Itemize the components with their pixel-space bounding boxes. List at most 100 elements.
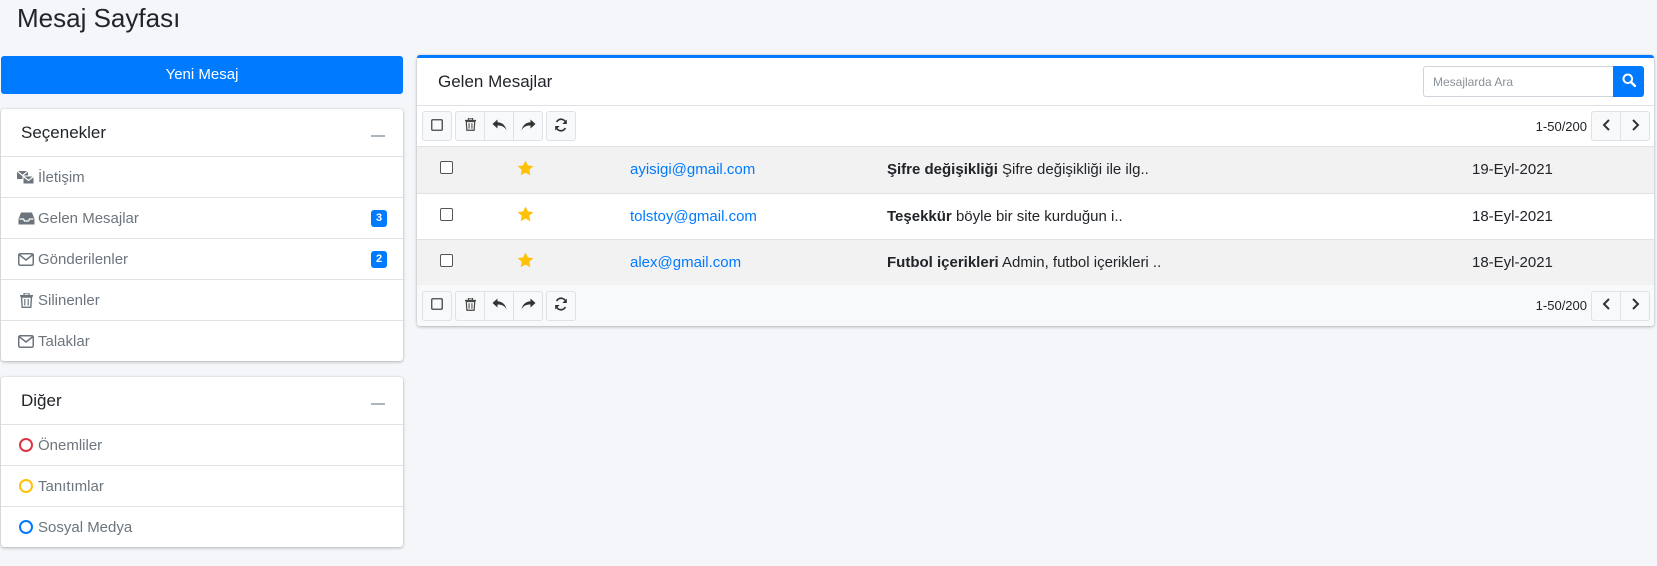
label-item-social-media[interactable]: Sosyal Medya bbox=[1, 507, 403, 547]
label-item-text: Sosyal Medya bbox=[38, 518, 133, 536]
search-icon bbox=[1622, 73, 1636, 90]
sidebar-item-trash[interactable]: Silinenler bbox=[1, 280, 403, 321]
subject-title: Futbol içerikleri bbox=[887, 253, 999, 271]
sidebar-item-label: İletişim bbox=[38, 168, 85, 186]
reply-button[interactable] bbox=[484, 111, 514, 141]
left-column: Yeni Mesaj Seçenekler İletişim Gelen Mes… bbox=[1, 56, 403, 547]
page-title: Mesaj Sayfası bbox=[17, 3, 181, 33]
star-icon[interactable] bbox=[517, 160, 534, 180]
chevron-left-icon bbox=[1602, 298, 1611, 313]
label-item-text: Önemliler bbox=[38, 436, 103, 454]
next-page-button[interactable] bbox=[1620, 290, 1650, 321]
circle-icon bbox=[17, 519, 35, 535]
sidebar-item-divorces[interactable]: Talaklar bbox=[1, 321, 403, 361]
reply-icon bbox=[492, 298, 507, 313]
inbox-card: Gelen Mesajlar Mesajlarda Ara 1-50/200 a… bbox=[417, 55, 1654, 326]
pager-text: 1-50/200 bbox=[1535, 298, 1587, 313]
refresh-button[interactable] bbox=[546, 290, 576, 321]
mailbox-controls-bottom: 1-50/200 bbox=[417, 285, 1654, 326]
sidebar-item-label: Gelen Mesajlar bbox=[38, 209, 139, 227]
pager-text: 1-50/200 bbox=[1535, 118, 1587, 134]
options-card-title: Seçenekler bbox=[21, 122, 107, 142]
refresh-button[interactable] bbox=[546, 111, 576, 141]
new-message-button[interactable]: Yeni Mesaj bbox=[1, 56, 403, 94]
search-input[interactable] bbox=[1423, 66, 1613, 97]
delete-button[interactable] bbox=[455, 290, 485, 321]
sidebar-item-inbox[interactable]: Gelen Mesajlar 3 bbox=[1, 198, 403, 239]
sidebar-item-sent[interactable]: Gönderilenler 2 bbox=[1, 239, 403, 280]
next-page-button[interactable] bbox=[1620, 111, 1650, 141]
message-date: 18-Eyl-2021 bbox=[1470, 192, 1654, 239]
trash-icon bbox=[17, 292, 35, 308]
share-icon bbox=[521, 119, 536, 134]
label-item-important[interactable]: Önemliler bbox=[1, 425, 403, 466]
select-all-button[interactable] bbox=[422, 111, 452, 141]
reply-button[interactable] bbox=[484, 290, 514, 321]
circle-icon bbox=[17, 478, 35, 494]
star-icon[interactable] bbox=[517, 206, 534, 226]
collapse-options-button[interactable] bbox=[371, 134, 385, 137]
select-all-button[interactable] bbox=[422, 290, 452, 321]
envelope-icon bbox=[17, 333, 35, 349]
share-icon bbox=[521, 298, 536, 313]
message-checkbox[interactable] bbox=[440, 161, 453, 175]
message-date: 18-Eyl-2021 bbox=[1470, 238, 1654, 285]
message-subject[interactable]: Futbol içerikleri Admin, futbol içerikle… bbox=[882, 238, 1470, 285]
table-row[interactable]: tolstoy@gmail.com Teşekkür böyle bir sit… bbox=[417, 192, 1654, 239]
sync-icon bbox=[554, 297, 568, 314]
previous-page-button[interactable] bbox=[1591, 111, 1621, 141]
message-checkbox[interactable] bbox=[440, 207, 453, 221]
mailbox-controls-top: 1-50/200 bbox=[417, 106, 1654, 147]
sidebar-item-label: Talaklar bbox=[38, 332, 90, 350]
envelope-icon bbox=[17, 251, 35, 267]
chevron-right-icon bbox=[1631, 118, 1640, 134]
sender-link[interactable]: tolstoy@gmail.com bbox=[630, 208, 757, 225]
options-card: Seçenekler İletişim Gelen Mesajlar 3 Gön… bbox=[1, 109, 403, 361]
previous-page-button[interactable] bbox=[1591, 290, 1621, 321]
collapse-other-button[interactable] bbox=[371, 402, 385, 405]
label-item-text: Tanıtımlar bbox=[38, 477, 104, 495]
chevron-left-icon bbox=[1602, 118, 1611, 134]
trash-icon bbox=[464, 297, 476, 314]
trash-icon bbox=[464, 117, 476, 134]
options-card-header: Seçenekler bbox=[1, 109, 403, 157]
subject-preview: Şifre değişikliği ile ilg.. bbox=[1002, 161, 1149, 179]
delete-button[interactable] bbox=[455, 111, 485, 141]
table-row[interactable]: ayisigi@gmail.com Şifre değişikliği Şifr… bbox=[417, 147, 1654, 193]
other-card-title: Diğer bbox=[21, 390, 62, 410]
other-card-header: Diğer bbox=[1, 377, 403, 425]
search-button[interactable] bbox=[1613, 66, 1644, 97]
subject-title: Teşekkür bbox=[887, 207, 952, 225]
message-checkbox[interactable] bbox=[440, 253, 453, 267]
message-table: ayisigi@gmail.com Şifre değişikliği Şifr… bbox=[417, 147, 1654, 285]
circle-icon bbox=[17, 437, 35, 453]
chevron-right-icon bbox=[1631, 298, 1640, 313]
message-subject[interactable]: Şifre değişikliği Şifre değişikliği ile … bbox=[882, 147, 1470, 193]
message-date: 19-Eyl-2021 bbox=[1472, 161, 1553, 179]
subject-preview: Admin, futbol içerikleri .. bbox=[1002, 253, 1162, 271]
table-row[interactable]: alex@gmail.com Futbol içerikleri Admin, … bbox=[417, 238, 1654, 285]
inbox-header: Gelen Mesajlar bbox=[417, 58, 1654, 106]
subject-title: Şifre değişikliği bbox=[887, 161, 998, 179]
forward-button[interactable] bbox=[513, 111, 543, 141]
label-item-promotions[interactable]: Tanıtımlar bbox=[1, 466, 403, 507]
subject-preview: böyle bir site kurduğun i.. bbox=[955, 207, 1123, 225]
inbox-icon bbox=[17, 210, 35, 226]
sidebar-item-contact[interactable]: İletişim bbox=[1, 157, 403, 198]
message-subject[interactable]: Teşekkür böyle bir site kurduğun i.. bbox=[882, 192, 1470, 239]
unread-count-badge: 3 bbox=[371, 209, 387, 227]
sender-link[interactable]: ayisigi@gmail.com bbox=[630, 161, 755, 178]
sidebar-item-label: Gönderilenler bbox=[38, 250, 129, 268]
sender-link[interactable]: alex@gmail.com bbox=[630, 254, 741, 271]
inbox-title: Gelen Mesajlar bbox=[438, 71, 553, 91]
reply-icon bbox=[492, 119, 507, 134]
star-icon[interactable] bbox=[517, 252, 534, 272]
mail-bulk-icon bbox=[17, 169, 35, 185]
sidebar-item-label: Silinenler bbox=[38, 291, 100, 309]
pager-top: 1-50/200 bbox=[1536, 111, 1650, 141]
search-group bbox=[1423, 66, 1644, 97]
checkbox-icon bbox=[431, 118, 443, 134]
other-card: Diğer Önemliler Tanıtımlar Sosyal Medya bbox=[1, 377, 403, 547]
forward-button[interactable] bbox=[513, 290, 543, 321]
pager-bottom: 1-50/200 bbox=[1535, 290, 1650, 321]
